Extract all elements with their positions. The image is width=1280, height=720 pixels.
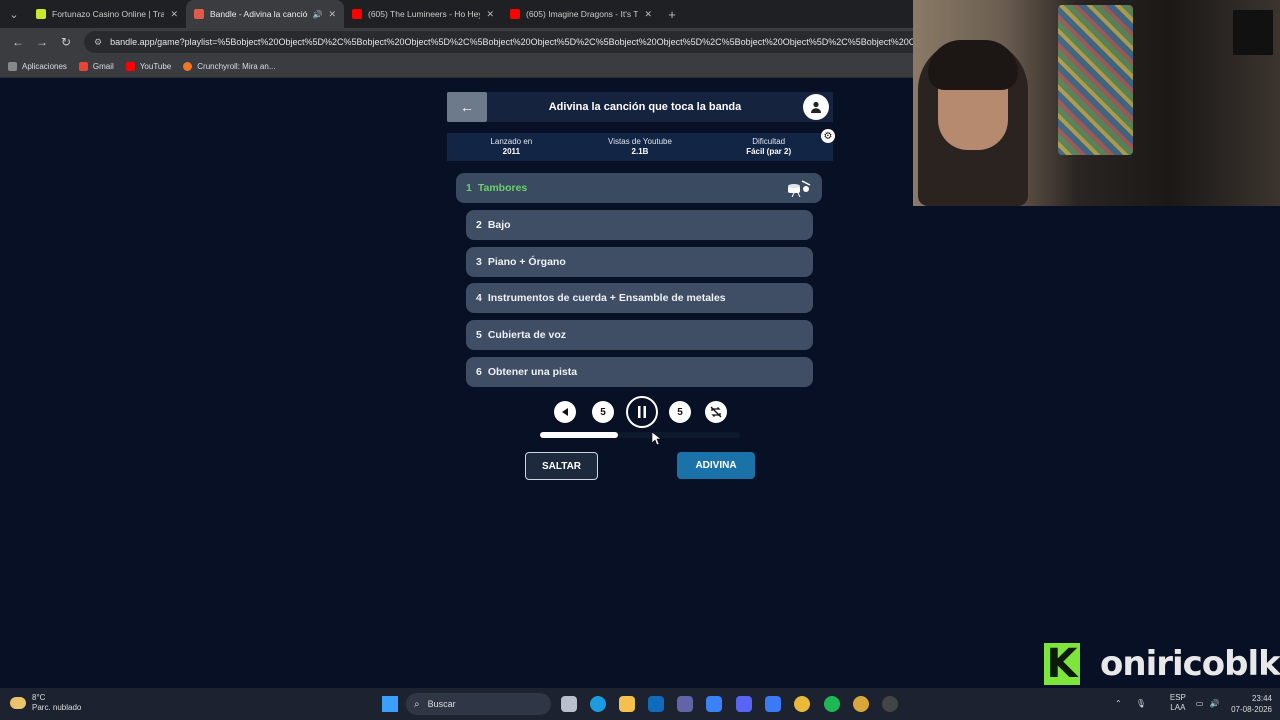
tab-title: Fortunazo Casino Online | Tragamonedas — [52, 9, 165, 19]
tab-favicon-icon — [352, 9, 362, 19]
crunchyroll-icon — [183, 62, 193, 71]
rewind-5-button[interactable]: 5 — [592, 401, 614, 423]
playback-progress-bar[interactable] — [540, 432, 740, 438]
stem-item-vocals[interactable]: 5 Cubierta de voz — [466, 320, 813, 350]
apps-grid-icon — [8, 62, 17, 71]
streamer-hair — [928, 40, 1018, 90]
tab-favicon-icon — [510, 9, 520, 19]
network-icon[interactable]: ▭ — [1196, 699, 1204, 708]
loop-off-button[interactable] — [705, 401, 727, 423]
search-icon: ⌕ — [414, 698, 420, 710]
volume-icon[interactable]: 🔊 — [1209, 699, 1219, 708]
site-info-icon[interactable]: ⚙ — [94, 37, 102, 48]
youtube-icon — [125, 62, 135, 71]
page-title: Adivina la canción que toca la banda — [548, 101, 742, 113]
chrome-active-icon[interactable] — [853, 696, 869, 712]
new-tab-plus-icon[interactable]: + — [660, 7, 684, 22]
bookmark-youtube[interactable]: YouTube — [125, 62, 171, 71]
stat-views: Vistas de Youtube 2.1B — [608, 137, 672, 156]
progress-fill — [540, 432, 618, 438]
settings-gear-icon[interactable]: ⚙ — [821, 129, 835, 143]
stem-item-drums[interactable]: 1 Tambores — [456, 173, 822, 203]
logo-name: oniricoblk — [1100, 644, 1280, 684]
browser-tab[interactable]: Bandle - Adivina la canción 🔊 ✕ — [186, 0, 344, 28]
stem-item-hint[interactable]: 6 Obtener una pista — [466, 357, 813, 387]
forward-arrow-icon[interactable]: → — [30, 35, 54, 49]
channel-logo: K oniricoblk — [1044, 641, 1280, 687]
tab-search-chevron-icon[interactable]: ⌄ — [0, 0, 28, 28]
chrome-icon[interactable] — [794, 696, 810, 712]
game-header: ← Adivina la canción que toca la banda — [447, 92, 833, 122]
skip-back-icon — [562, 408, 568, 416]
taskbar-search[interactable]: ⌕ Buscar — [406, 693, 551, 715]
tab-favicon-icon — [194, 9, 204, 19]
user-icon — [811, 101, 821, 113]
stat-difficulty: Dificultad Fácil (par 2) — [746, 137, 792, 156]
tab-close-icon[interactable]: ✕ — [328, 9, 336, 20]
playback-controls: 5 5 — [552, 396, 732, 428]
microphone-icon[interactable]: 🎙 — [1136, 699, 1146, 708]
guess-button[interactable]: ADIVINA — [677, 452, 755, 479]
pause-icon — [638, 406, 646, 418]
tray-chevron-icon[interactable]: ⌃ — [1115, 699, 1122, 708]
weather-widget[interactable]: 8°C Parc. nublado — [10, 693, 81, 713]
browser-tab[interactable]: Fortunazo Casino Online | Tragamonedas ✕ — [28, 0, 186, 28]
song-stats: Lanzado en 2011 Vistas de Youtube 2.1B Dif… — [447, 133, 833, 161]
file-explorer-icon[interactable] — [619, 696, 635, 712]
previous-button[interactable] — [554, 401, 576, 423]
task-view-icon[interactable] — [561, 696, 577, 712]
partly-cloudy-icon — [10, 697, 26, 709]
forward-5-button[interactable]: 5 — [669, 401, 691, 423]
browser-tab[interactable]: (605) The Lumineers - Ho Hey ✕ — [344, 0, 502, 28]
tab-title: (605) The Lumineers - Ho Hey — [368, 9, 481, 19]
sticker-collage — [1058, 5, 1133, 155]
tab-title: Bandle - Adivina la canción — [210, 9, 309, 19]
webcam-overlay — [913, 0, 1280, 206]
clock[interactable]: 23:44 07-08-2026 — [1222, 693, 1272, 715]
profile-button[interactable] — [803, 94, 829, 120]
back-arrow-icon[interactable]: ← — [6, 35, 30, 49]
browser-tab[interactable]: (605) Imagine Dragons - It's Time ✕ — [502, 0, 660, 28]
reload-icon[interactable]: ↻ — [54, 35, 78, 49]
system-tray: ⌃ 🎙 ESP LAA ▭ 🔊 — [1115, 693, 1219, 713]
tab-close-icon[interactable]: ✕ — [170, 9, 178, 20]
back-button[interactable]: ← — [447, 92, 487, 122]
drum-icon — [788, 180, 811, 197]
tab-close-icon[interactable]: ✕ — [486, 9, 494, 20]
bookmark-gmail[interactable]: Gmail — [78, 62, 114, 71]
bookmark-apps[interactable]: Aplicaciones — [8, 62, 67, 71]
tab-audio-icon[interactable]: 🔊 — [312, 10, 322, 19]
tab-favicon-icon — [36, 9, 46, 19]
stat-release: Lanzado en 2011 — [490, 137, 533, 156]
outlook-icon[interactable] — [648, 696, 664, 712]
windows-start-icon[interactable] — [382, 696, 398, 712]
repeat-off-icon — [710, 406, 722, 418]
pause-button[interactable] — [626, 396, 658, 428]
obs-icon[interactable] — [882, 696, 898, 712]
bookmark-crunchyroll[interactable]: Crunchyroll: Mira an... — [183, 62, 276, 71]
copilot-icon[interactable] — [706, 696, 722, 712]
wall-tv — [1233, 10, 1273, 55]
gmail-icon — [78, 62, 88, 71]
mouse-cursor-icon — [652, 432, 662, 446]
tab-title: (605) Imagine Dragons - It's Time — [526, 9, 639, 19]
skip-button[interactable]: SALTAR — [525, 452, 598, 480]
back-arrow-icon: ← — [460, 99, 474, 115]
tab-close-icon[interactable]: ✕ — [644, 9, 652, 20]
teams-icon[interactable] — [677, 696, 693, 712]
stem-item-strings[interactable]: 4 Instrumentos de cuerda + Ensamble de me… — [466, 283, 813, 313]
language-indicator[interactable]: ESP LAA — [1170, 693, 1186, 713]
messenger-icon[interactable] — [765, 696, 781, 712]
edge-icon[interactable] — [590, 696, 606, 712]
logo-mark: K — [1044, 641, 1080, 687]
stem-item-bass[interactable]: 2 Bajo — [466, 210, 813, 240]
spotify-icon[interactable] — [824, 696, 840, 712]
discord-icon[interactable] — [736, 696, 752, 712]
taskbar: 8°C Parc. nublado ⌕ Buscar ⌃ 🎙 ESP LAA ▭ 🔊 … — [0, 688, 1280, 720]
stem-item-piano[interactable]: 3 Piano + Órgano — [466, 247, 813, 277]
